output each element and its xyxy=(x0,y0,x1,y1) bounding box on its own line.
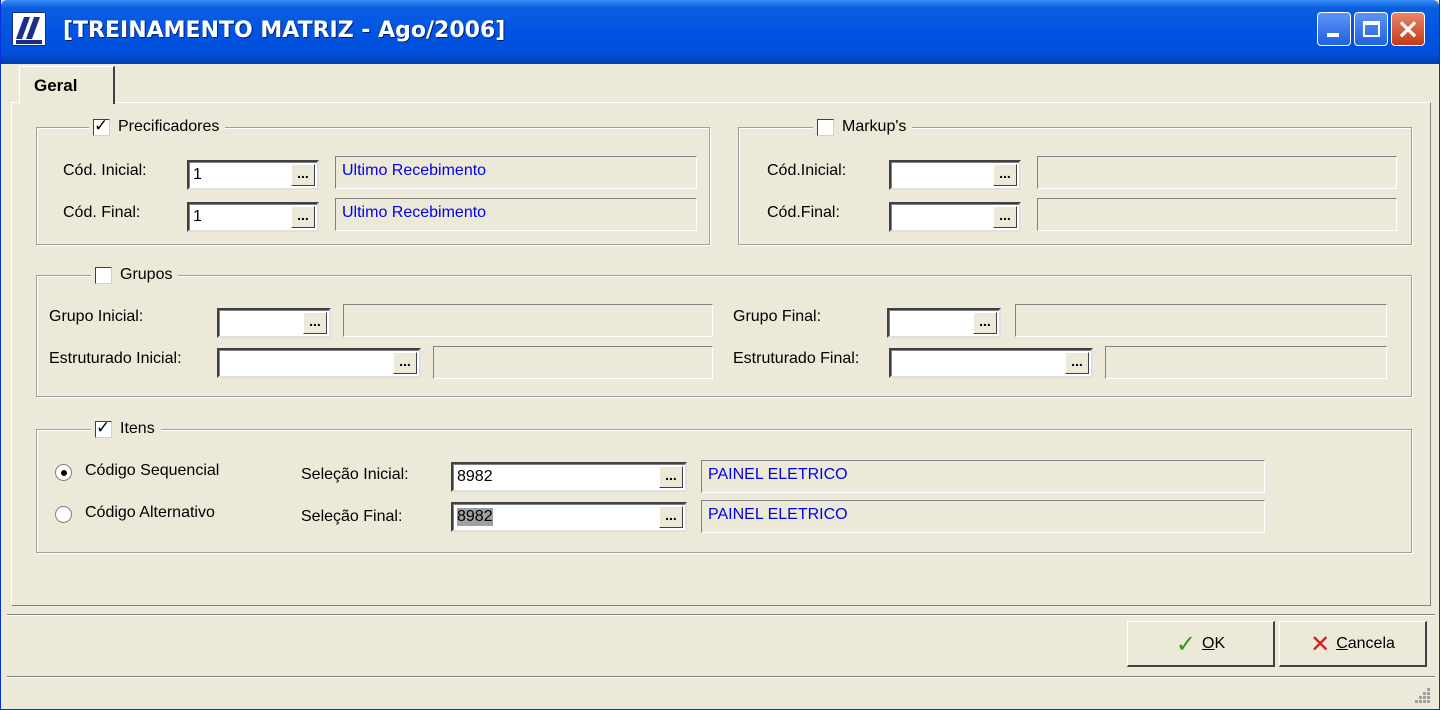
close-button[interactable]: × xyxy=(1391,12,1425,46)
selecao-final-label: Seleção Final: xyxy=(301,508,403,525)
precificadores-cod-final-value: 1 xyxy=(193,208,202,225)
lookup-ellipsis-button[interactable]: ... xyxy=(291,206,315,228)
grupo-final-input[interactable]: ... xyxy=(887,308,1001,338)
grupos-checkbox[interactable] xyxy=(95,266,112,284)
markups-cod-final-label: Cód.Final: xyxy=(767,204,840,221)
selecao-final-description: PAINEL ELETRICO xyxy=(701,500,1265,533)
minimize-button[interactable] xyxy=(1317,12,1351,46)
resize-grip-icon[interactable] xyxy=(1413,686,1431,704)
tab-panel-geral: ✓ Precificadores Cód. Inicial: 1 ... Ult… xyxy=(11,102,1431,606)
estruturado-final-input[interactable]: ... xyxy=(889,348,1093,378)
window-title: [TREINAMENTO MATRIZ - Ago/2006] xyxy=(63,18,506,43)
estruturado-inicial-label: Estruturado Inicial: xyxy=(49,350,182,367)
markups-checkbox[interactable] xyxy=(817,118,834,136)
lookup-ellipsis-button[interactable]: ... xyxy=(303,312,327,334)
check-icon: ✓ xyxy=(1175,629,1196,658)
precificadores-cod-final-description: Ultimo Recebimento xyxy=(335,198,697,231)
radio-codigo-alternativo[interactable] xyxy=(55,506,72,523)
grupo-final-label: Grupo Final: xyxy=(733,308,822,325)
minimize-icon xyxy=(1327,33,1339,37)
lookup-ellipsis-button[interactable]: ... xyxy=(659,506,683,528)
precificadores-cod-inicial-label: Cód. Inicial: xyxy=(63,162,147,179)
precificadores-cod-final-label: Cód. Final: xyxy=(63,204,141,221)
estruturado-inicial-input[interactable]: ... xyxy=(217,348,421,378)
lookup-ellipsis-button[interactable]: ... xyxy=(973,312,997,334)
itens-label: Itens xyxy=(120,420,155,437)
selecao-inicial-description: PAINEL ELETRICO xyxy=(701,460,1265,493)
lookup-ellipsis-button[interactable]: ... xyxy=(659,466,683,488)
grupos-label: Grupos xyxy=(120,266,173,283)
selecao-final-value: 8982 xyxy=(457,508,493,526)
checkmark-icon: ✓ xyxy=(96,417,111,438)
markups-legend: Markup's xyxy=(813,117,913,137)
estruturado-inicial-description xyxy=(433,346,713,379)
cancel-button-label: Cancela xyxy=(1336,634,1395,652)
grupo-final-description xyxy=(1015,304,1387,337)
lookup-ellipsis-button[interactable]: ... xyxy=(993,164,1017,186)
cancel-button[interactable]: ✕ Cancela xyxy=(1279,621,1427,667)
lookup-ellipsis-button[interactable]: ... xyxy=(1065,352,1089,374)
grupos-legend: Grupos xyxy=(91,265,179,285)
group-precificadores: ✓ Precificadores Cód. Inicial: 1 ... Ult… xyxy=(36,116,710,245)
tab-geral[interactable]: Geral xyxy=(19,66,115,104)
status-bar xyxy=(7,676,1435,708)
codigo-sequencial-label[interactable]: Código Sequencial xyxy=(85,462,219,480)
ok-button-label: OK xyxy=(1201,634,1226,652)
markups-cod-final-description xyxy=(1037,198,1397,231)
maximize-icon xyxy=(1363,21,1380,37)
lookup-ellipsis-button[interactable]: ... xyxy=(393,352,417,374)
precificadores-cod-inicial-value: 1 xyxy=(193,166,202,183)
grupo-inicial-input[interactable]: ... xyxy=(217,308,331,338)
estruturado-final-label: Estruturado Final: xyxy=(733,350,860,367)
grupo-inicial-label: Grupo Inicial: xyxy=(49,308,144,325)
precificadores-cod-final-input[interactable]: 1 ... xyxy=(187,202,319,232)
selecao-inicial-value: 8982 xyxy=(457,468,493,485)
radio-codigo-sequencial[interactable] xyxy=(55,464,72,481)
ok-button[interactable]: ✓ OK xyxy=(1127,621,1275,667)
app-logo-icon xyxy=(12,12,46,46)
grupo-inicial-description xyxy=(343,304,713,337)
x-cancel-icon: ✕ xyxy=(1310,629,1331,658)
title-bar[interactable]: [TREINAMENTO MATRIZ - Ago/2006] × xyxy=(1,0,1439,64)
markups-cod-final-input[interactable]: ... xyxy=(889,202,1021,232)
dialog-window: [TREINAMENTO MATRIZ - Ago/2006] × Geral … xyxy=(0,0,1440,710)
precificadores-checkbox[interactable]: ✓ xyxy=(93,115,110,136)
markups-cod-inicial-label: Cód.Inicial: xyxy=(767,162,847,179)
group-markups: Markup's Cód.Inicial: ... Cód.Final: ... xyxy=(738,117,1412,245)
group-grupos: Grupos Grupo Inicial: ... Grupo Final: .… xyxy=(36,265,1412,397)
close-icon: × xyxy=(1396,12,1420,45)
button-bar: ✓ OK ✕ Cancela xyxy=(7,614,1435,670)
markups-cod-inicial-description xyxy=(1037,156,1397,189)
precificadores-legend: ✓ Precificadores xyxy=(89,115,226,137)
codigo-alternativo-label[interactable]: Código Alternativo xyxy=(85,504,215,522)
itens-legend: ✓ Itens xyxy=(91,417,161,439)
itens-checkbox[interactable]: ✓ xyxy=(95,417,112,438)
group-itens: ✓ Itens Código Sequencial Código Alterna… xyxy=(36,418,1412,553)
markups-label: Markup's xyxy=(842,118,907,135)
maximize-button[interactable] xyxy=(1354,12,1388,46)
precificadores-cod-inicial-description: Ultimo Recebimento xyxy=(335,156,697,189)
precificadores-label: Precificadores xyxy=(118,118,220,135)
selecao-final-input[interactable]: 8982 ... xyxy=(451,502,687,532)
checkmark-icon: ✓ xyxy=(94,115,109,136)
selecao-inicial-label: Seleção Inicial: xyxy=(301,466,409,483)
radio-selected-dot xyxy=(61,470,67,476)
markups-cod-inicial-input[interactable]: ... xyxy=(889,160,1021,190)
lookup-ellipsis-button[interactable]: ... xyxy=(291,164,315,186)
lookup-ellipsis-button[interactable]: ... xyxy=(993,206,1017,228)
selecao-inicial-input[interactable]: 8982 ... xyxy=(451,462,687,492)
precificadores-cod-inicial-input[interactable]: 1 ... xyxy=(187,160,319,190)
estruturado-final-description xyxy=(1105,346,1387,379)
